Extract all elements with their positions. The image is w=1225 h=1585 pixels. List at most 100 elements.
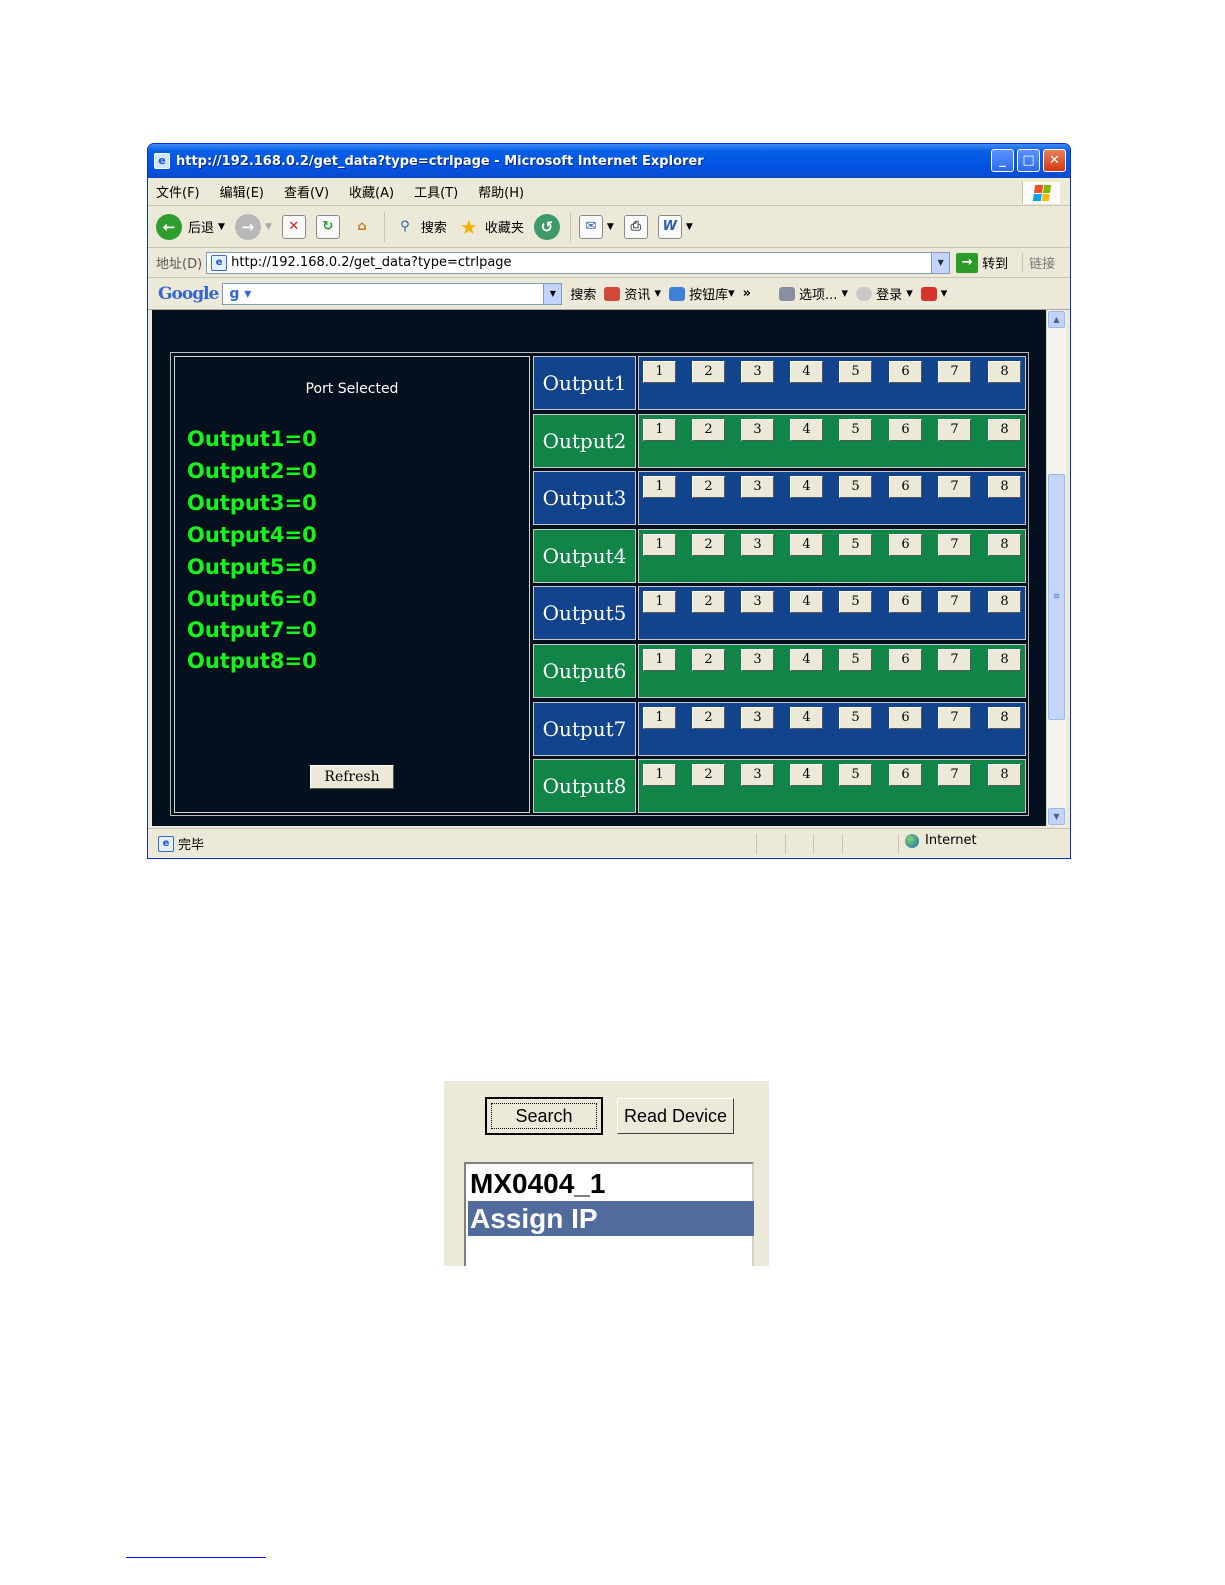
- input-5-button[interactable]: 5: [839, 419, 872, 441]
- edit-button[interactable]: W ▼: [657, 214, 693, 239]
- input-6-button[interactable]: 6: [889, 649, 922, 671]
- input-5-button[interactable]: 5: [839, 534, 872, 556]
- input-8-button[interactable]: 8: [988, 476, 1021, 498]
- input-5-button[interactable]: 5: [839, 649, 872, 671]
- read-device-button[interactable]: Read Device: [617, 1098, 734, 1134]
- input-1-button[interactable]: 1: [643, 764, 676, 786]
- input-7-button[interactable]: 7: [938, 534, 971, 556]
- menu-file[interactable]: 文件(F): [156, 182, 200, 201]
- input-7-button[interactable]: 7: [938, 419, 971, 441]
- forward-dropdown-icon[interactable]: ▼: [265, 222, 272, 232]
- input-8-button[interactable]: 8: [988, 591, 1021, 613]
- more-chevron-icon[interactable]: »: [743, 286, 751, 301]
- input-3-button[interactable]: 3: [741, 476, 774, 498]
- input-3-button[interactable]: 3: [741, 591, 774, 613]
- vertical-scrollbar[interactable]: ▲ ≡ ▼: [1046, 310, 1066, 826]
- input-3-button[interactable]: 3: [741, 707, 774, 729]
- refresh-button[interactable]: Refresh: [310, 765, 394, 789]
- links-button[interactable]: 链接: [1022, 253, 1055, 272]
- input-4-button[interactable]: 4: [790, 476, 823, 498]
- google-login-button[interactable]: 登录 ▾: [856, 284, 913, 303]
- input-5-button[interactable]: 5: [839, 476, 872, 498]
- input-1-button[interactable]: 1: [643, 649, 676, 671]
- input-4-button[interactable]: 4: [790, 361, 823, 383]
- input-6-button[interactable]: 6: [889, 419, 922, 441]
- input-2-button[interactable]: 2: [692, 361, 725, 383]
- menu-edit[interactable]: 编辑(E): [220, 182, 264, 201]
- close-button[interactable]: ✕: [1043, 149, 1066, 172]
- mail-button[interactable]: ✉ ▼: [578, 214, 614, 239]
- input-4-button[interactable]: 4: [790, 649, 823, 671]
- history-button[interactable]: ↺: [533, 213, 560, 240]
- search-button-dialog[interactable]: Search: [485, 1097, 603, 1135]
- google-news-button[interactable]: 资讯 ▾: [604, 284, 661, 303]
- google-dropdown-icon[interactable]: ▼: [543, 283, 562, 304]
- list-item[interactable]: Assign IP: [468, 1201, 754, 1236]
- back-dropdown-icon[interactable]: ▼: [218, 222, 225, 232]
- device-list[interactable]: MX0404_1 Assign IP: [464, 1162, 754, 1266]
- google-buttons-button[interactable]: 按钮库 ▾: [669, 284, 735, 303]
- google-search-button[interactable]: 搜索: [570, 284, 596, 303]
- input-7-button[interactable]: 7: [938, 649, 971, 671]
- input-6-button[interactable]: 6: [889, 476, 922, 498]
- list-item[interactable]: MX0404_1: [468, 1166, 754, 1201]
- input-6-button[interactable]: 6: [889, 591, 922, 613]
- input-1-button[interactable]: 1: [643, 534, 676, 556]
- menu-view[interactable]: 查看(V): [284, 182, 329, 201]
- input-2-button[interactable]: 2: [692, 476, 725, 498]
- scroll-thumb[interactable]: ≡: [1048, 474, 1065, 720]
- google-logo[interactable]: Google: [158, 284, 219, 304]
- input-1-button[interactable]: 1: [643, 591, 676, 613]
- google-g-icon[interactable]: g ▾: [229, 286, 251, 302]
- input-6-button[interactable]: 6: [889, 707, 922, 729]
- input-7-button[interactable]: 7: [938, 361, 971, 383]
- google-search-input[interactable]: g ▾ ▼: [222, 282, 563, 305]
- input-7-button[interactable]: 7: [938, 707, 971, 729]
- input-4-button[interactable]: 4: [790, 534, 823, 556]
- input-6-button[interactable]: 6: [889, 764, 922, 786]
- input-5-button[interactable]: 5: [839, 361, 872, 383]
- input-8-button[interactable]: 8: [988, 764, 1021, 786]
- back-button[interactable]: ← 后退 ▼: [156, 213, 225, 240]
- search-button[interactable]: ⚲ 搜索: [393, 215, 447, 239]
- input-3-button[interactable]: 3: [741, 534, 774, 556]
- input-6-button[interactable]: 6: [889, 361, 922, 383]
- input-3-button[interactable]: 3: [741, 764, 774, 786]
- go-button[interactable]: → 转到: [956, 252, 1008, 273]
- input-7-button[interactable]: 7: [938, 591, 971, 613]
- input-4-button[interactable]: 4: [790, 707, 823, 729]
- input-1-button[interactable]: 1: [643, 707, 676, 729]
- input-3-button[interactable]: 3: [741, 649, 774, 671]
- google-options-button[interactable]: 选项... ▾: [779, 284, 848, 303]
- refresh-page-button[interactable]: ↻: [315, 214, 340, 239]
- title-bar[interactable]: e http://192.168.0.2/get_data?type=ctrlp…: [148, 144, 1070, 178]
- mail-dropdown-icon[interactable]: ▼: [607, 222, 614, 232]
- input-2-button[interactable]: 2: [692, 419, 725, 441]
- input-1-button[interactable]: 1: [643, 361, 676, 383]
- forward-button[interactable]: → ▼: [234, 213, 272, 240]
- scroll-up-icon[interactable]: ▲: [1048, 311, 1065, 328]
- stop-button[interactable]: ✕: [281, 214, 306, 239]
- input-3-button[interactable]: 3: [741, 419, 774, 441]
- input-1-button[interactable]: 1: [643, 476, 676, 498]
- menu-favorites[interactable]: 收藏(A): [349, 182, 394, 201]
- minimize-button[interactable]: _: [991, 149, 1014, 172]
- input-5-button[interactable]: 5: [839, 764, 872, 786]
- input-5-button[interactable]: 5: [839, 591, 872, 613]
- home-button[interactable]: ⌂: [350, 215, 374, 239]
- input-2-button[interactable]: 2: [692, 764, 725, 786]
- input-5-button[interactable]: 5: [839, 707, 872, 729]
- input-2-button[interactable]: 2: [692, 534, 725, 556]
- input-2-button[interactable]: 2: [692, 649, 725, 671]
- input-1-button[interactable]: 1: [643, 419, 676, 441]
- input-8-button[interactable]: 8: [988, 649, 1021, 671]
- input-8-button[interactable]: 8: [988, 534, 1021, 556]
- scroll-down-icon[interactable]: ▼: [1048, 808, 1065, 825]
- input-8-button[interactable]: 8: [988, 419, 1021, 441]
- address-input[interactable]: e http://192.168.0.2/get_data?type=ctrlp…: [206, 251, 951, 274]
- input-7-button[interactable]: 7: [938, 764, 971, 786]
- maximize-button[interactable]: □: [1017, 149, 1040, 172]
- input-2-button[interactable]: 2: [692, 707, 725, 729]
- print-button[interactable]: ⎙: [623, 214, 648, 239]
- input-4-button[interactable]: 4: [790, 764, 823, 786]
